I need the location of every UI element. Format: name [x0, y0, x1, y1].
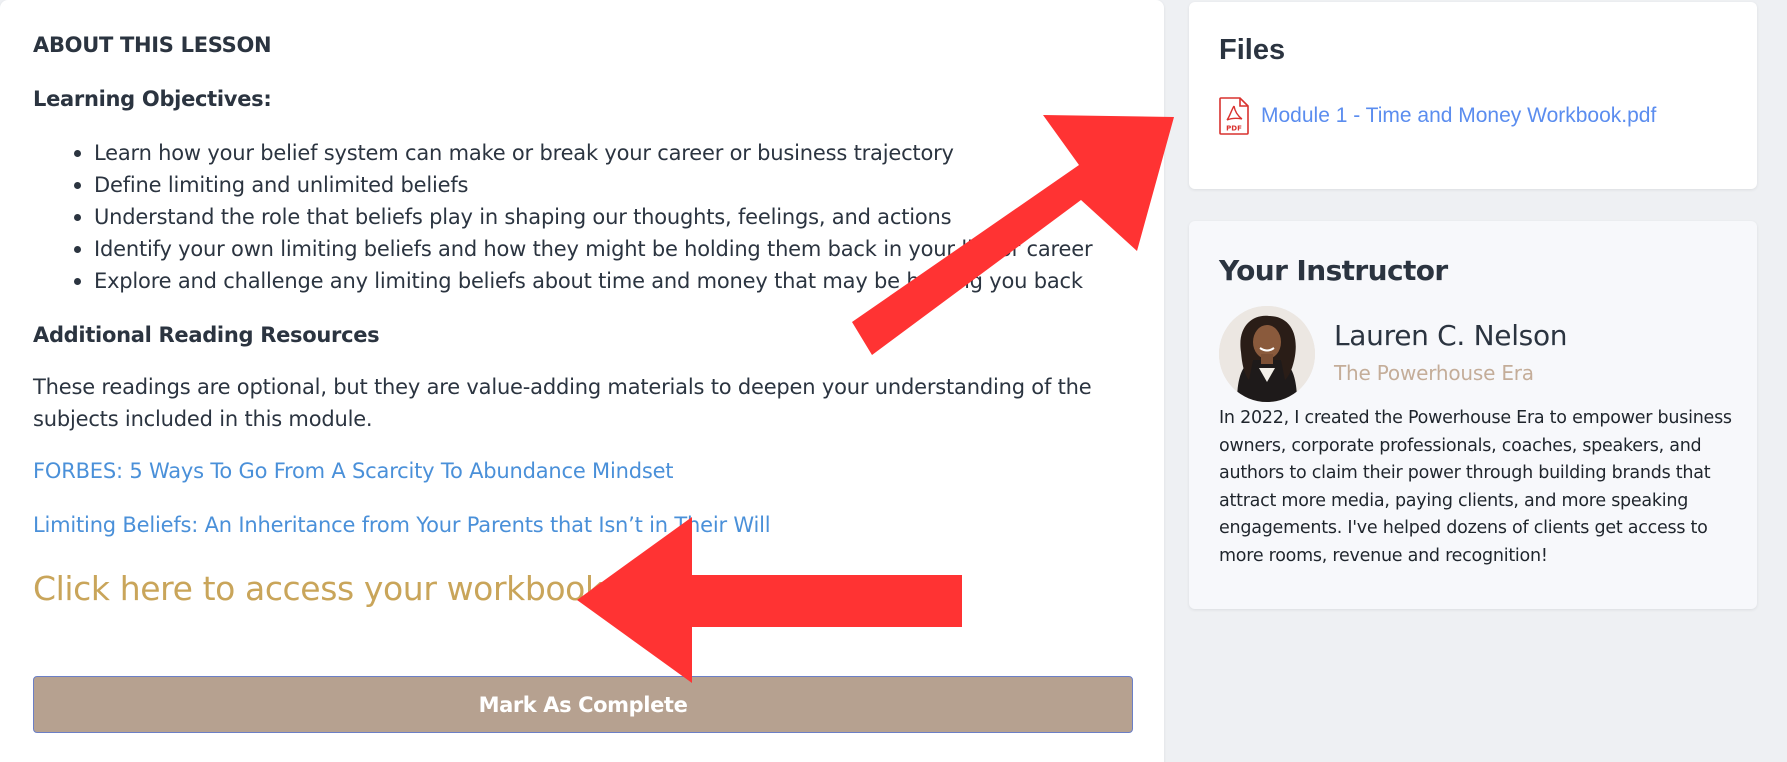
- objectives-list: Learn how your belief system can make or…: [33, 137, 1133, 297]
- objective-text: Learn how your belief system can make or…: [94, 141, 954, 165]
- resources-heading: Additional Reading Resources: [33, 323, 380, 347]
- file-name-link[interactable]: Module 1 - Time and Money Workbook.pdf: [1261, 104, 1656, 128]
- about-heading: ABOUT THIS LESSON: [33, 33, 272, 57]
- files-card: Files PDF Module 1 - Time and Money Work…: [1189, 2, 1757, 189]
- objective-text: Identify your own limiting beliefs and h…: [94, 237, 1093, 261]
- objective-text: Understand the role that beliefs play in…: [94, 205, 952, 229]
- instructor-bio: In 2022, I created the Powerhouse Era to…: [1219, 408, 1732, 566]
- bullet-icon: [74, 246, 81, 253]
- objective-item: Explore and challenge any limiting belie…: [33, 265, 1133, 297]
- files-title: Files: [1219, 34, 1286, 66]
- bullet-icon: [74, 278, 81, 285]
- objectives-heading: Learning Objectives:: [33, 87, 272, 111]
- lesson-page: ABOUT THIS LESSON Learning Objectives: L…: [0, 0, 1787, 762]
- pdf-file-icon: PDF: [1219, 97, 1249, 135]
- objective-text: Define limiting and unlimited beliefs: [94, 173, 469, 197]
- limiting-beliefs-link[interactable]: Limiting Beliefs: An Inheritance from Yo…: [33, 513, 771, 537]
- resources-paragraph: These readings are optional, but they ar…: [33, 375, 1092, 431]
- bullet-icon: [74, 182, 81, 189]
- mark-as-complete-button[interactable]: Mark As Complete: [33, 676, 1133, 733]
- lesson-card: ABOUT THIS LESSON Learning Objectives: L…: [0, 0, 1164, 762]
- objective-item: Learn how your belief system can make or…: [33, 137, 1133, 169]
- instructor-title: Your Instructor: [1219, 254, 1448, 287]
- instructor-avatar: [1219, 306, 1315, 402]
- instructor-card: Your Instructor Lauren C. Nelson The Pow…: [1189, 221, 1757, 609]
- instructor-photo-icon: [1219, 306, 1315, 402]
- pdf-icon-label: PDF: [1226, 125, 1242, 133]
- objective-item: Define limiting and unlimited beliefs: [33, 169, 1133, 201]
- bullet-icon: [74, 214, 81, 221]
- forbes-link[interactable]: FORBES: 5 Ways To Go From A Scarcity To …: [33, 459, 674, 483]
- file-item[interactable]: PDF Module 1 - Time and Money Workbook.p…: [1219, 97, 1656, 135]
- instructor-company: The Powerhouse Era: [1334, 361, 1534, 385]
- bullet-icon: [74, 150, 81, 157]
- instructor-name: Lauren C. Nelson: [1334, 319, 1568, 352]
- objective-text: Explore and challenge any limiting belie…: [94, 269, 1083, 293]
- workbook-link[interactable]: Click here to access your workbook: [33, 569, 604, 608]
- objective-item: Understand the role that beliefs play in…: [33, 201, 1133, 233]
- objective-item: Identify your own limiting beliefs and h…: [33, 233, 1133, 265]
